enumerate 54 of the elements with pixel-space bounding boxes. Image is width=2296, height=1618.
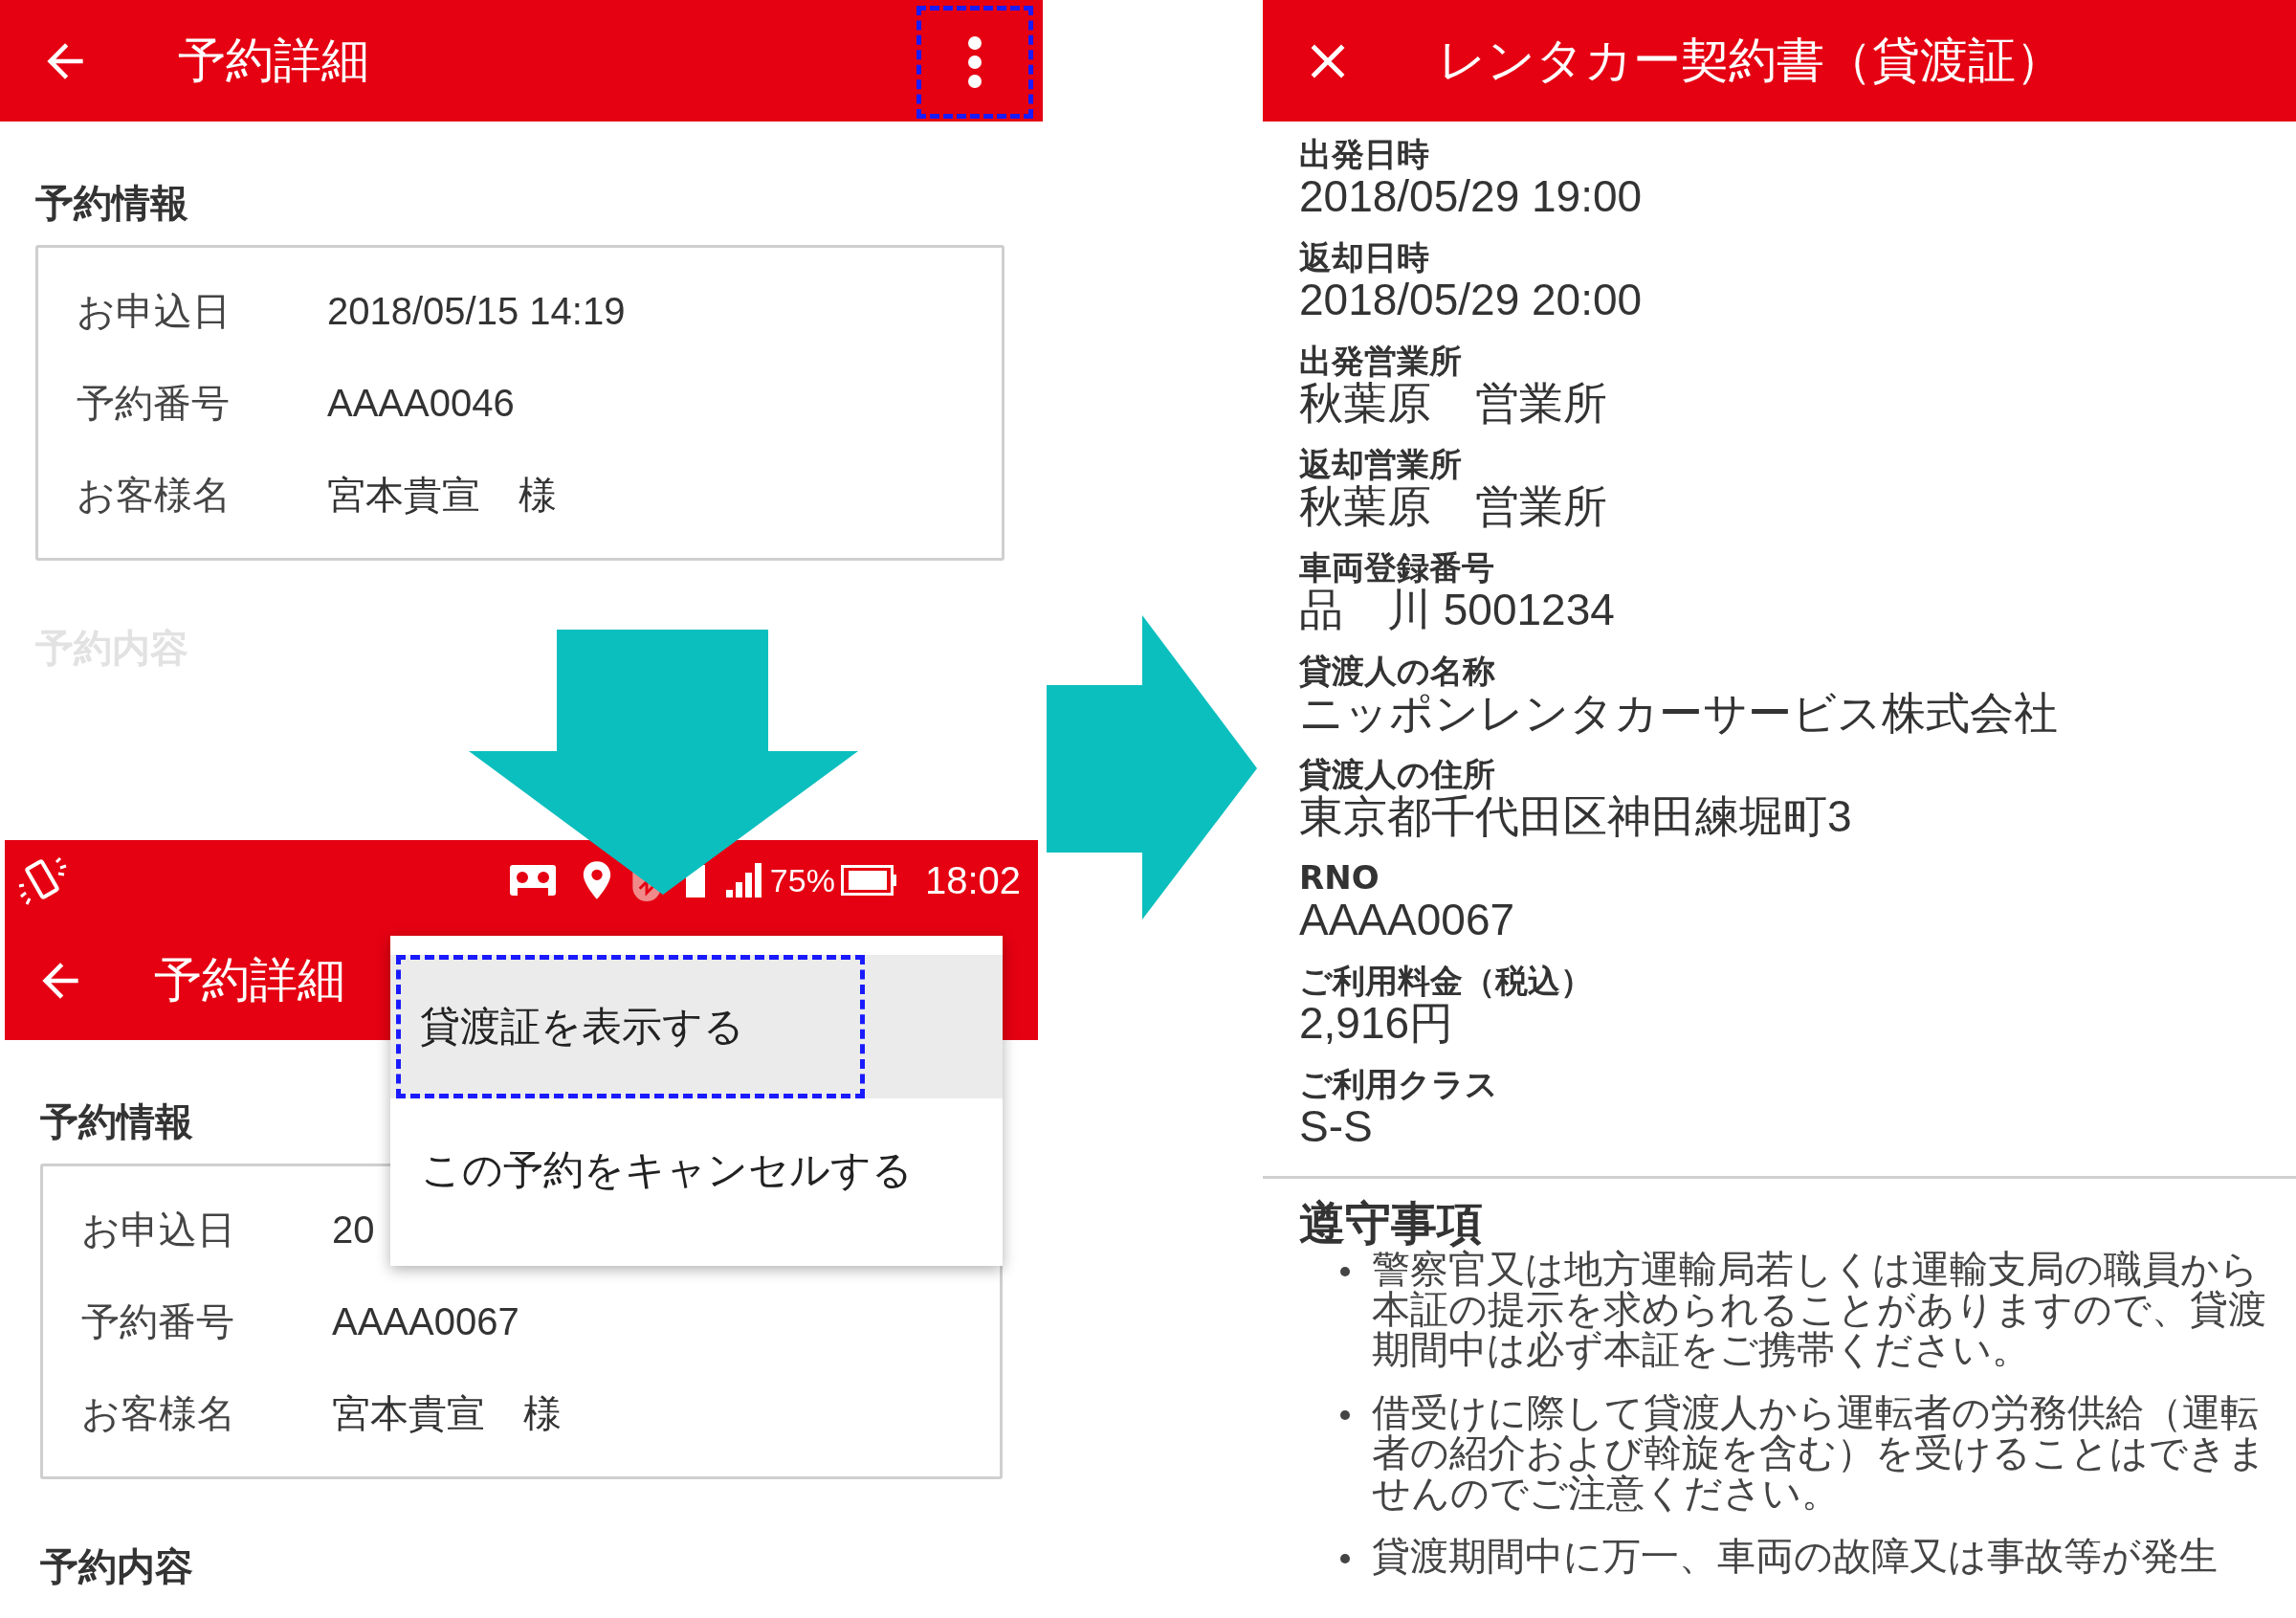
field-label: RNO xyxy=(1299,859,1380,897)
clock-time: 18:02 xyxy=(924,858,1021,902)
field-value: 品 川 5001234 xyxy=(1299,586,1616,634)
field-value: 2018/05/29 19:00 xyxy=(1299,172,1644,221)
menu-item[interactable]: この予約をキャンセルする xyxy=(390,1098,1003,1242)
section-heading: 予約情報 xyxy=(34,180,189,227)
field-value: ニッポンレンタカーサービス株式会社 xyxy=(1299,689,2059,738)
screen-title: 予約詳細 xyxy=(154,951,345,1009)
bullet-icon xyxy=(1339,1265,1351,1277)
screen-title: 予約詳細 xyxy=(178,32,369,90)
field-label: 車両登録番号 xyxy=(1299,549,1495,587)
field-label: 予約番号 xyxy=(81,1297,235,1345)
section-heading: 予約情報 xyxy=(39,1098,194,1145)
bullet-icon xyxy=(1339,1408,1351,1421)
section-heading: 遵守事項 xyxy=(1299,1197,1484,1249)
field-label: 出発営業所 xyxy=(1299,343,1463,380)
screen-title: レンタカー契約書（貸渡証） xyxy=(1438,32,2064,90)
bullet-icon xyxy=(1339,1552,1351,1564)
field-value: 秋葉原 営業所 xyxy=(1299,379,1608,428)
right-arrow-icon xyxy=(1047,615,1259,921)
field-label: 出発日時 xyxy=(1299,137,1430,173)
field-label: お申込日 xyxy=(77,287,232,335)
field-label: 貸渡人の住所 xyxy=(1299,756,1496,793)
field-label: 返却日時 xyxy=(1299,240,1430,277)
field-value: 2018/05/29 20:00 xyxy=(1299,276,1644,324)
section-heading: 予約内容 xyxy=(39,1543,194,1590)
field-value: AAAA0046 xyxy=(327,381,516,425)
field-value: 東京都千代田区神田練堀町3 xyxy=(1299,792,1853,841)
menu-item[interactable]: 貸渡証を表示する xyxy=(390,955,1003,1098)
battery-percent: 75% xyxy=(769,861,835,899)
field-value: 宮本貴宣 様 xyxy=(327,472,558,518)
rule-text: 貸渡期間中に万一、車両の故障又は事故等が発生 xyxy=(1372,1535,2218,1576)
field-label: 予約番号 xyxy=(77,379,231,427)
rule-text: 借受けに際して貸渡人から運転者の労務供給（運転者の紹介および斡旋を含む）を受けることはできませんのでご注意ください。 xyxy=(1372,1391,2267,1513)
field-value: S-S xyxy=(1299,1102,1374,1151)
signal-icon xyxy=(723,861,762,899)
field-value: AAAA0067 xyxy=(332,1299,520,1343)
field-label: ご利用クラス xyxy=(1299,1066,1499,1103)
field-label: 返却営業所 xyxy=(1299,446,1463,483)
field-label: 貸渡人の名称 xyxy=(1299,653,1496,690)
battery-icon xyxy=(840,865,896,896)
field-value: 20 xyxy=(332,1208,376,1252)
field-value: 2018/05/15 14:19 xyxy=(327,289,627,333)
field-value: 秋葉原 営業所 xyxy=(1299,482,1608,531)
rule-text: 警察官又は地方運輸局若しくは運輸支局の職員から本証の提示を求められることがありますので、貸渡期間中は必ず本証をご携帯ください。 xyxy=(1372,1248,2267,1369)
field-value: 宮本貴宣 様 xyxy=(332,1390,563,1436)
field-label: お客様名 xyxy=(81,1389,236,1437)
field-label: お客様名 xyxy=(77,471,232,519)
field-value: 2,916円 xyxy=(1299,999,1455,1048)
more-button[interactable] xyxy=(965,35,984,89)
field-label: お申込日 xyxy=(81,1206,236,1253)
field-value: AAAA0067 xyxy=(1299,896,1516,944)
more-icon xyxy=(965,35,984,89)
field-label: ご利用料金（税込） xyxy=(1299,963,1594,1000)
